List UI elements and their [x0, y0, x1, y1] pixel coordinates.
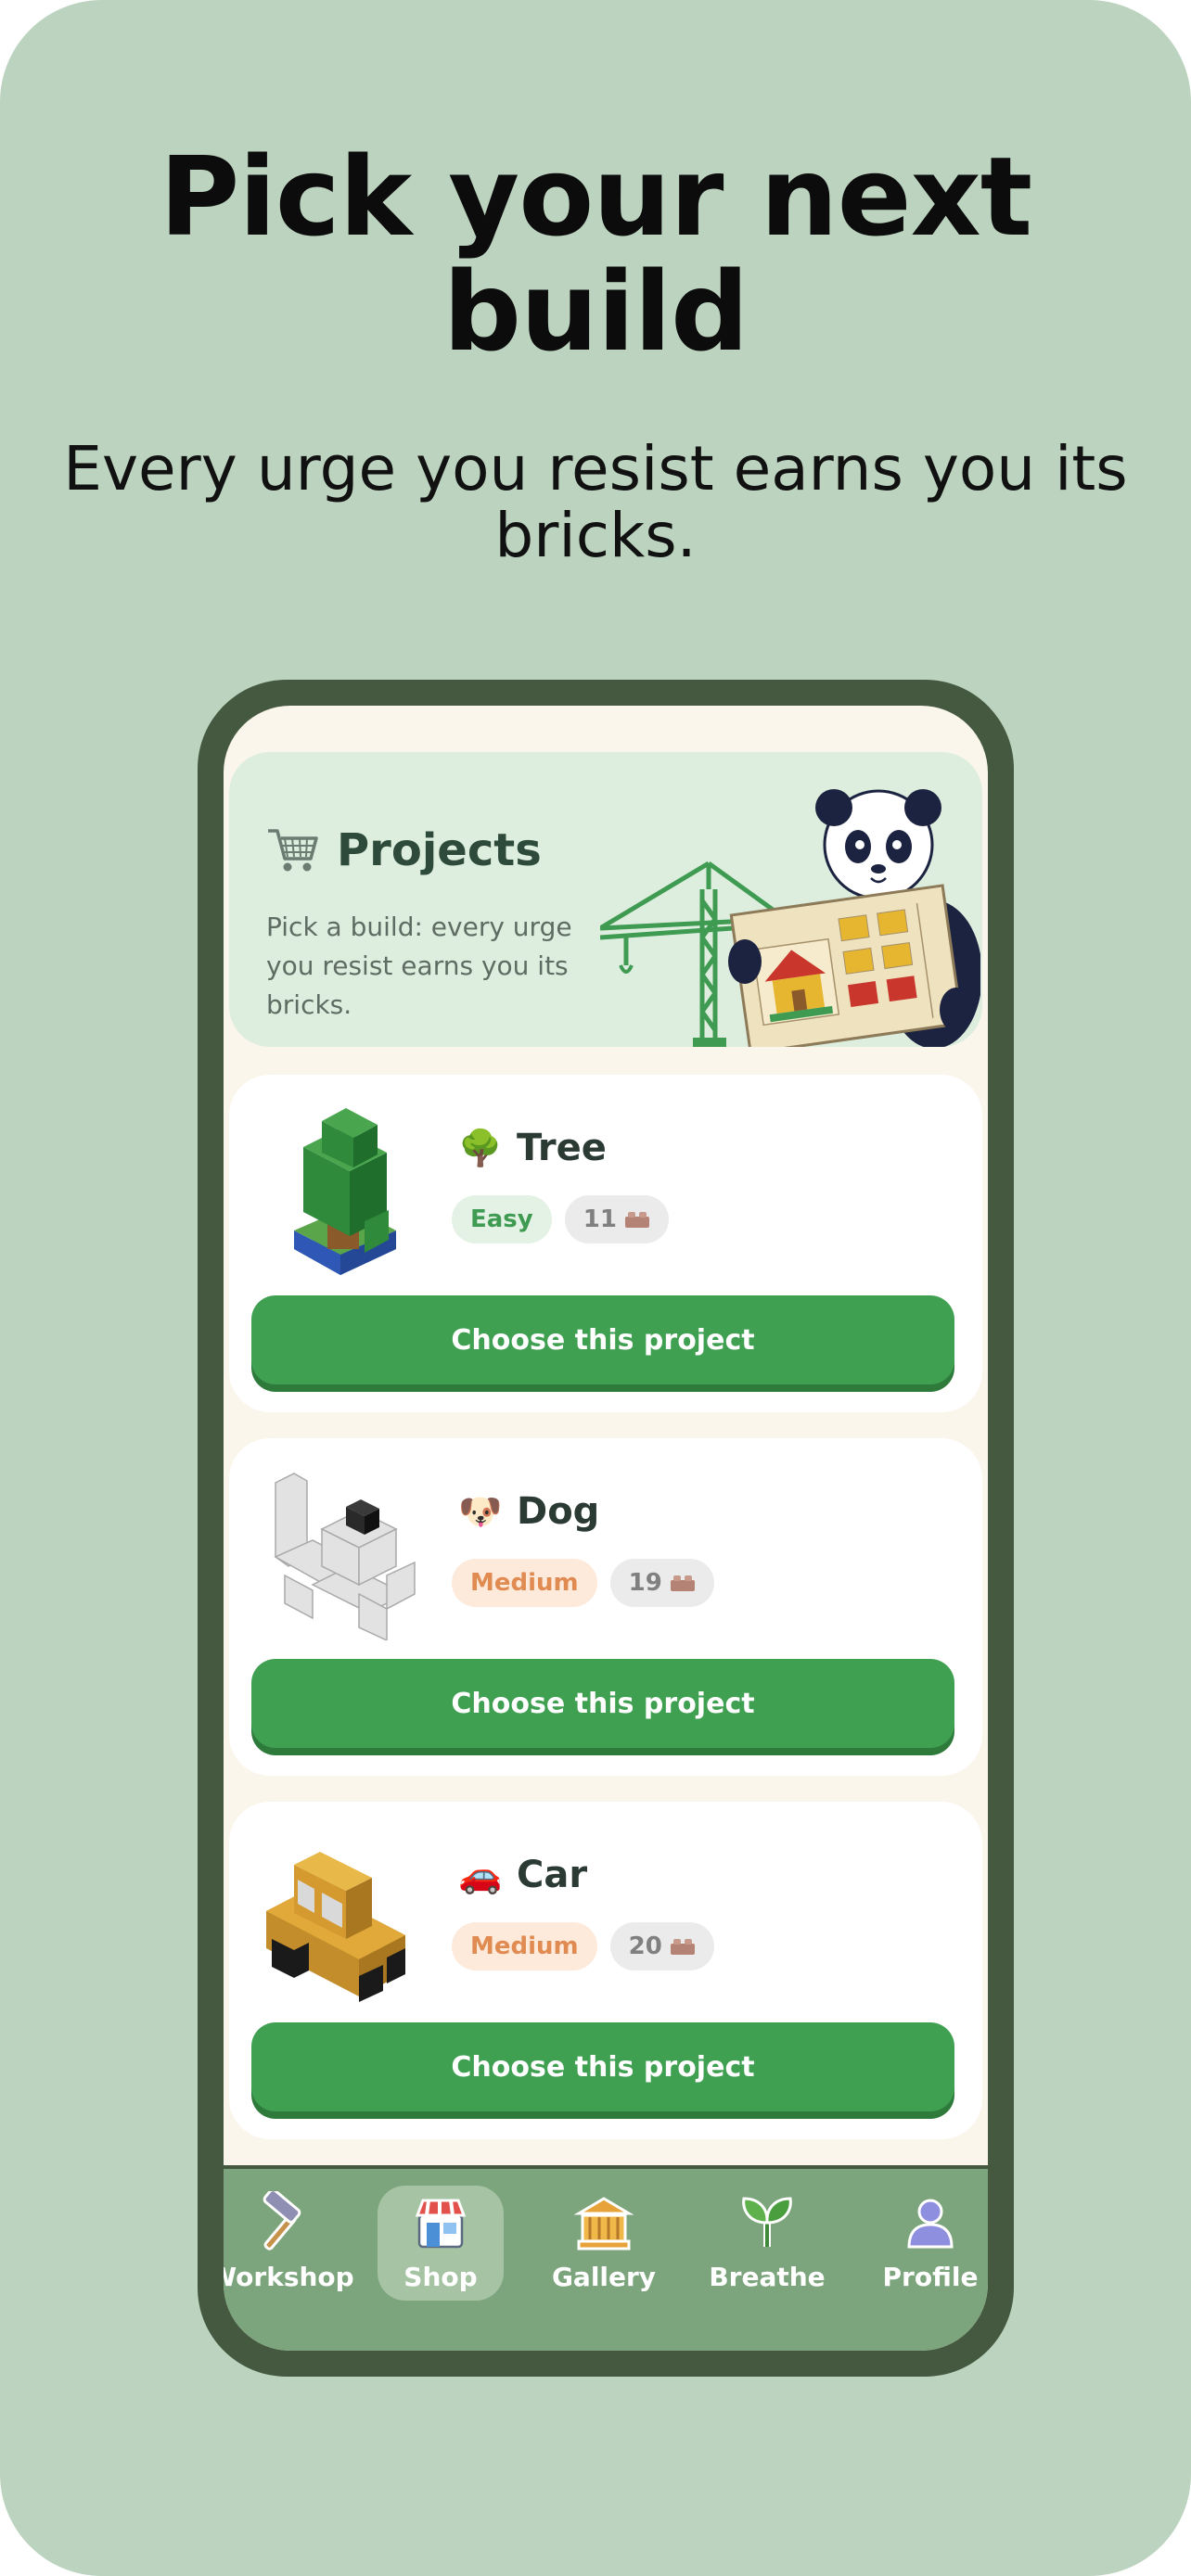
tree-icon: 🌳	[458, 1127, 503, 1168]
brick-count: 19	[628, 1569, 662, 1597]
project-name: Dog	[517, 1490, 600, 1533]
tree-brick-model-image	[294, 1108, 396, 1275]
brick-count: 11	[583, 1205, 617, 1233]
project-name: Car	[517, 1854, 588, 1896]
dog-icon: 🐶	[458, 1490, 503, 1532]
store-icon	[415, 2199, 467, 2249]
promo-subheadline: Every urge you resist earns you its bric…	[63, 433, 1128, 571]
app-screen: Projects Pick a build: every urge you re…	[224, 706, 988, 2351]
choose-dog-project-button[interactable]: Choose this project	[251, 1659, 954, 1748]
promo-headline: Pick your next build	[159, 133, 1032, 376]
car-icon: 🚗	[458, 1854, 503, 1895]
car-brick-model-image	[266, 1852, 405, 2002]
project-name: Tree	[517, 1127, 607, 1169]
difficulty-badge: Easy	[452, 1195, 552, 1243]
brick-count: 20	[628, 1932, 662, 1960]
project-card-dog: 🐶 Dog Medium 19 Choose this project	[229, 1438, 982, 1776]
panda-blueprint-illustration	[600, 789, 980, 1047]
tab-label: Shop	[403, 2262, 478, 2292]
museum-icon	[573, 2197, 634, 2251]
project-card-tree: 🌳 Tree Easy 11 Choose this project	[229, 1075, 982, 1412]
brick-icon	[670, 1939, 695, 1955]
tab-label: Workshop	[224, 2262, 354, 2292]
brick-icon	[624, 1212, 649, 1228]
hammer-icon	[263, 2191, 301, 2251]
tab-label: Gallery	[551, 2262, 657, 2292]
project-card-car: 🚗 Car Medium 20 Choose this project	[229, 1802, 982, 2139]
brick-count-badge: 20	[609, 1922, 714, 1970]
bottom-tab-bar: Workshop Shop	[224, 2165, 988, 2351]
shopping-cart-icon	[268, 829, 318, 872]
tab-profile[interactable]: Profile	[856, 2186, 988, 2301]
phone-frame: Projects Pick a build: every urge you re…	[198, 680, 1014, 2377]
page-subtitle: Pick a build: every urge you resist earn…	[266, 912, 572, 1020]
brick-icon	[670, 1575, 695, 1591]
page-title: Projects	[337, 824, 542, 876]
leaf-icon	[742, 2197, 792, 2247]
choose-tree-project-button[interactable]: Choose this project	[251, 1295, 954, 1384]
difficulty-badge: Medium	[452, 1922, 597, 1970]
brick-count-badge: 19	[609, 1559, 714, 1607]
tab-shop[interactable]: Shop	[378, 2186, 504, 2301]
dog-brick-model-image	[274, 1473, 416, 1640]
tab-label: Profile	[882, 2262, 979, 2292]
tab-workshop[interactable]: Workshop	[224, 2186, 355, 2301]
promo-canvas: Pick your next build Every urge you resi…	[0, 0, 1191, 2576]
tab-breathe[interactable]: Breathe	[693, 2186, 841, 2301]
difficulty-badge: Medium	[452, 1559, 597, 1607]
projects-header: Projects Pick a build: every urge you re…	[229, 752, 982, 1047]
person-icon	[907, 2199, 954, 2249]
choose-car-project-button[interactable]: Choose this project	[251, 2022, 954, 2111]
tab-label: Breathe	[709, 2262, 826, 2292]
brick-count-badge: 11	[564, 1195, 669, 1243]
tab-gallery[interactable]: Gallery	[530, 2186, 678, 2301]
